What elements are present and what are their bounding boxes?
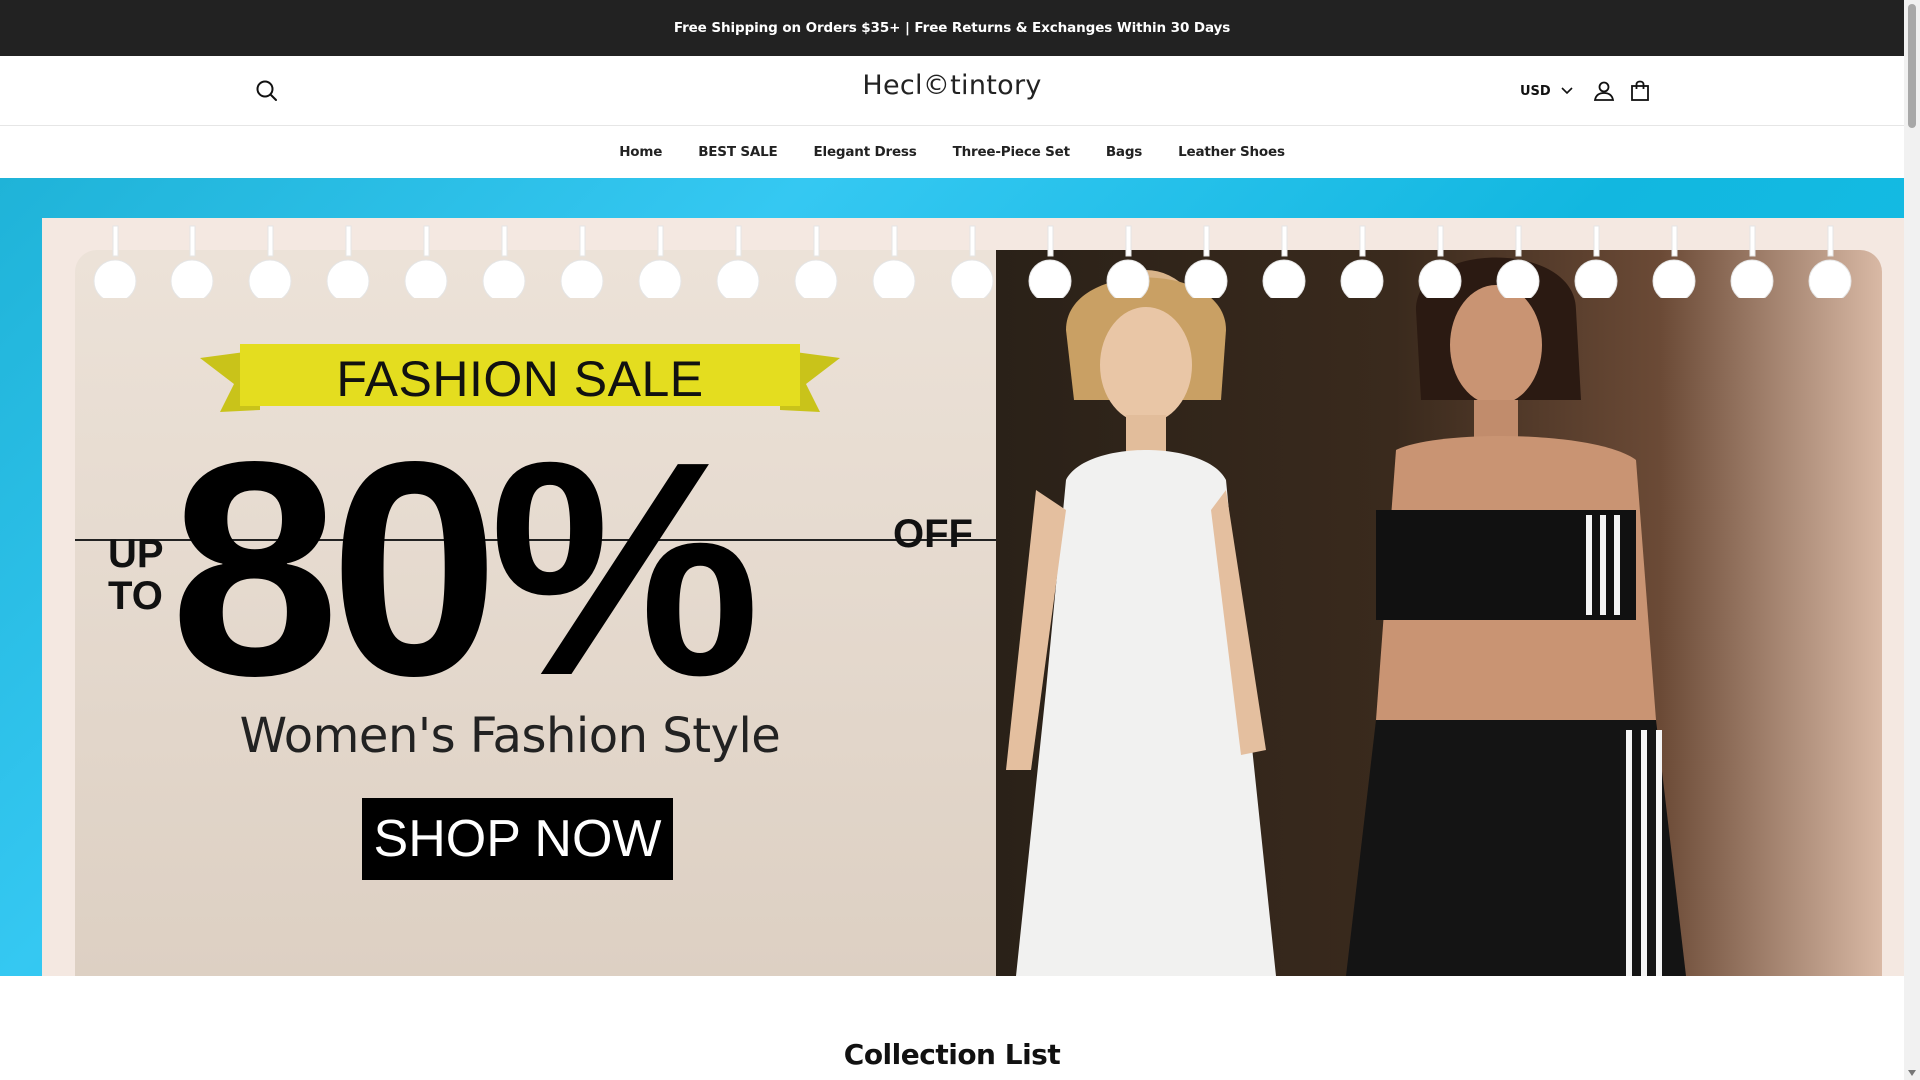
chevron-down-icon [1561,84,1573,99]
currency-selector[interactable]: USD [1520,84,1573,99]
hero-subtitle: Women's Fashion Style [239,708,781,764]
main-nav: Home BEST SALE Elegant Dress Three-Piece… [0,126,1904,178]
account-icon[interactable] [1591,78,1617,104]
scrollbar-thumb[interactable] [1908,4,1916,128]
scroll-down-arrow-icon[interactable] [1908,1070,1916,1076]
announcement-bar: Free Shipping on Orders $35+ | Free Retu… [0,0,1904,56]
announcement-text: Free Shipping on Orders $35+ | Free Retu… [673,20,1231,36]
logo-link[interactable]: Hecl©tintory [862,70,1041,101]
nav-item-elegant-dress[interactable]: Elegant Dress [814,144,917,160]
discount-percent: 80% [170,398,760,739]
nav-item-leather-shoes[interactable]: Leather Shoes [1178,144,1285,160]
page-scrollbar[interactable] [1904,0,1920,1080]
nav-item-bags[interactable]: Bags [1106,144,1143,160]
nav-item-three-piece-set[interactable]: Three-Piece Set [953,144,1070,160]
hero-model-photo [996,250,1882,976]
hero-banner[interactable]: FASHION SALE UP TO 80% OFF Women's Fashi… [0,178,1904,976]
off-text: OFF [893,512,973,556]
nav-item-best-sale[interactable]: BEST SALE [698,144,778,160]
site-header: Hecl©tintory USD [0,56,1904,126]
cart-icon[interactable] [1627,78,1653,104]
nav-item-home[interactable]: Home [619,144,662,160]
up-to-text: UP TO [108,532,163,618]
currency-label: USD [1520,83,1551,99]
collection-list-title: Collection List [843,1038,1061,1071]
header-actions: USD [1520,76,1663,106]
shop-now-button[interactable]: SHOP NOW [362,798,673,880]
decorative-pins [93,225,1852,298]
